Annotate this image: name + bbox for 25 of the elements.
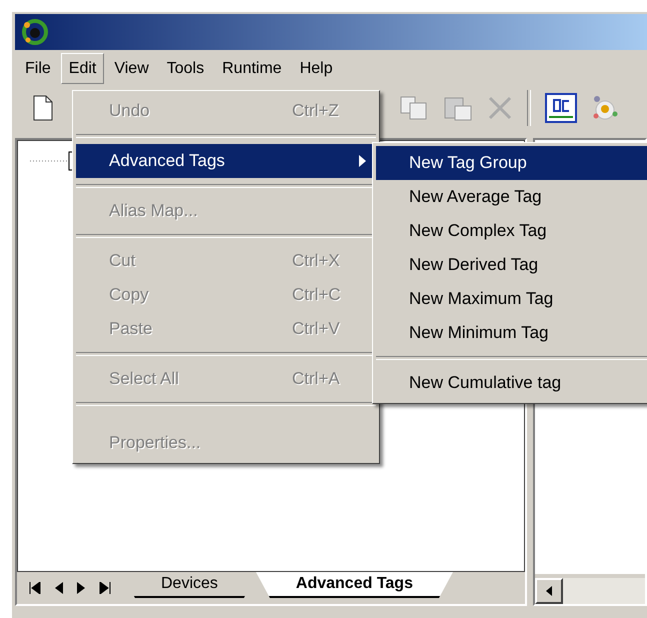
qc-icon[interactable] <box>545 93 577 123</box>
new-document-icon[interactable] <box>33 95 53 121</box>
next-page-icon[interactable] <box>77 582 85 594</box>
menu-item[interactable]: New Minimum Tag <box>376 316 647 350</box>
left-arrow-icon <box>546 586 552 596</box>
submenu-arrow-icon <box>359 155 366 167</box>
menu-item[interactable]: New Maximum Tag <box>376 282 647 316</box>
first-page-icon[interactable] <box>29 582 41 594</box>
menu-item[interactable]: New Average Tag <box>376 180 647 214</box>
menu-item[interactable]: New Complex Tag <box>376 214 647 248</box>
menu-item[interactable]: New Tag Group <box>376 146 647 180</box>
menu-bar-item[interactable]: Tools <box>158 52 212 84</box>
sheet-tab[interactable]: Advanced Tags <box>256 572 453 598</box>
menu-item[interactable]: New Derived Tag <box>376 248 647 282</box>
last-page-icon[interactable] <box>99 582 111 594</box>
menu-bar-item[interactable]: Edit <box>60 52 104 84</box>
menu-bar-item[interactable]: View <box>106 52 157 84</box>
menu-item[interactable]: New Cumulative tag <box>376 366 647 400</box>
menu-bar-item[interactable]: File <box>17 52 59 84</box>
network-icon[interactable] <box>591 94 619 122</box>
scroll-left-button[interactable] <box>535 578 563 604</box>
menu-bar-item[interactable]: Runtime <box>214 52 290 84</box>
menu-bar-item[interactable]: Help <box>292 52 341 84</box>
previous-page-icon[interactable] <box>55 582 63 594</box>
app-icon <box>21 18 49 46</box>
